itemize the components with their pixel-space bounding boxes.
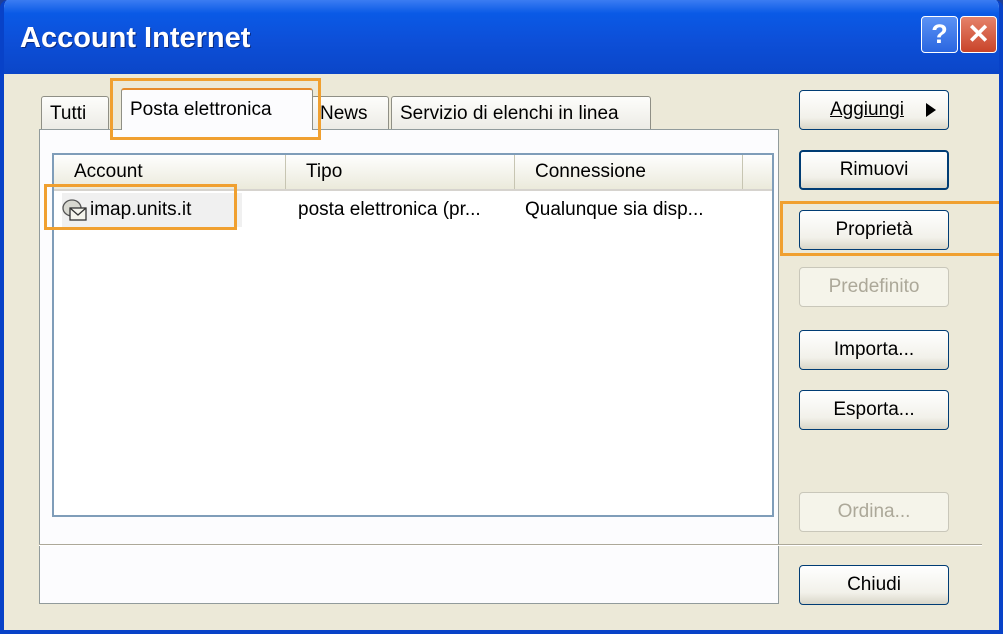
tab-tutti[interactable]: Tutti <box>41 96 109 130</box>
export-label: Esporta... <box>833 399 915 420</box>
add-button[interactable]: Aggiungi <box>799 90 949 130</box>
add-label: Aggiungi <box>830 99 904 120</box>
tab-news[interactable]: News <box>311 96 389 130</box>
tab-posta-elettronica[interactable]: Posta elettronica <box>121 88 313 130</box>
close-button[interactable]: ✕ <box>960 16 997 53</box>
properties-label: Proprietà <box>835 219 913 240</box>
account-name: imap.units.it <box>90 199 192 220</box>
mail-account-icon <box>62 199 87 221</box>
window-title: Account Internet <box>20 22 251 54</box>
accounts-list[interactable]: Account Tipo Connessione imap.units.it p… <box>52 153 774 517</box>
arrow-right-icon <box>926 103 936 117</box>
account-type: posta elettronica (pr... <box>298 199 481 220</box>
sort-label: Ordina... <box>837 501 911 522</box>
column-header-account[interactable]: Account <box>54 155 286 189</box>
dialog-body: Tutti Posta elettronica News Servizio di… <box>4 74 999 630</box>
tab-label: News <box>320 102 368 124</box>
properties-button[interactable]: Proprietà <box>799 210 949 250</box>
default-label: Predefinito <box>828 276 920 297</box>
tab-panel: Account Tipo Connessione imap.units.it p… <box>39 129 779 604</box>
import-label: Importa... <box>833 339 915 360</box>
close-icon: ✕ <box>967 19 990 49</box>
account-cell: imap.units.it <box>62 193 242 227</box>
account-connection: Qualunque sia disp... <box>525 199 704 220</box>
tab-label: Tutti <box>50 102 87 124</box>
tab-label: Posta elettronica <box>130 99 272 120</box>
tab-label: Servizio di elenchi in linea <box>400 102 619 124</box>
column-header-connessione[interactable]: Connessione <box>515 155 743 189</box>
remove-button[interactable]: Rimuovi <box>799 150 949 190</box>
tab-servizio-elenchi[interactable]: Servizio di elenchi in linea <box>391 96 651 130</box>
import-button[interactable]: Importa... <box>799 330 949 370</box>
column-header-tipo[interactable]: Tipo <box>286 155 515 189</box>
help-icon: ? <box>931 19 948 49</box>
export-button[interactable]: Esporta... <box>799 390 949 430</box>
close-dialog-label: Chiudi <box>847 574 901 595</box>
list-item[interactable]: imap.units.it posta elettronica (pr... Q… <box>54 193 772 227</box>
default-button: Predefinito <box>799 267 949 307</box>
title-bar[interactable]: Account Internet ? ✕ <box>4 0 999 74</box>
sort-button: Ordina... <box>799 492 949 532</box>
list-header: Account Tipo Connessione <box>54 155 772 191</box>
close-dialog-button[interactable]: Chiudi <box>799 565 949 605</box>
account-internet-window: Account Internet ? ✕ Tutti Posta elettro… <box>0 0 1003 634</box>
remove-label: Rimuovi <box>839 159 909 180</box>
help-button[interactable]: ? <box>921 16 958 53</box>
separator <box>39 544 982 546</box>
